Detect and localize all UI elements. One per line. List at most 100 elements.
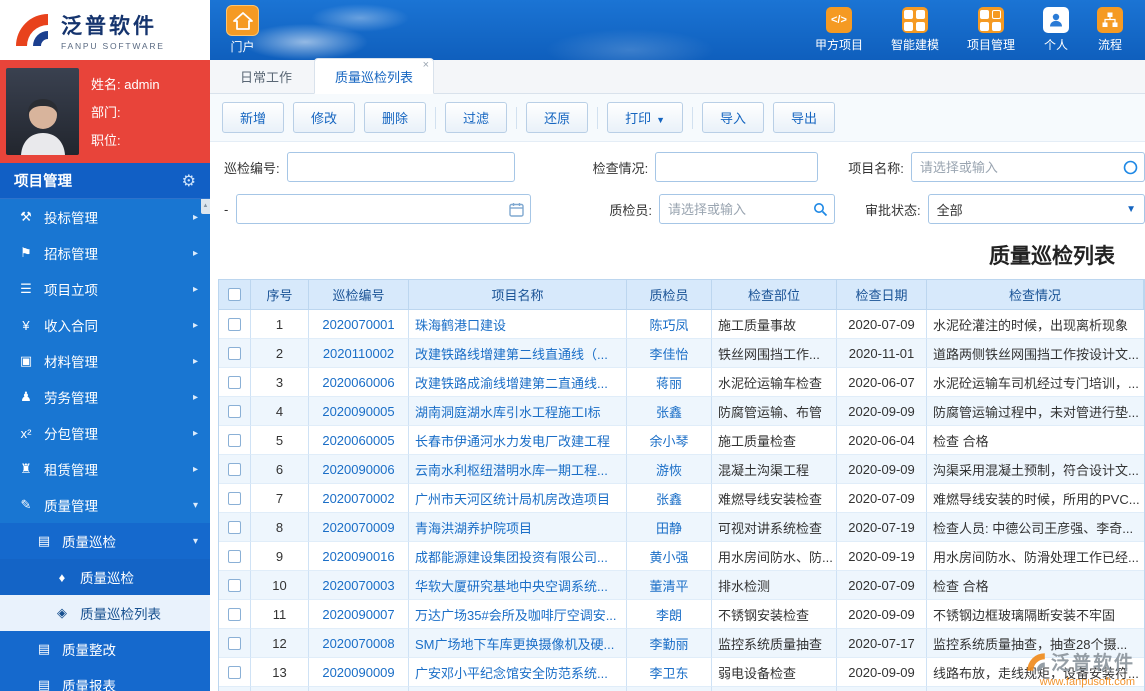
inspector-link[interactable]: 李卫东 — [649, 663, 688, 682]
project-name-input[interactable] — [910, 152, 1145, 182]
project-name-link[interactable]: 广州市天河区统计局机房改造项目 — [415, 489, 610, 508]
print-button[interactable]: 打印 ▼ — [607, 102, 684, 133]
close-icon[interactable]: × — [423, 60, 429, 71]
inspector-link[interactable]: 蒋丽 — [656, 373, 682, 392]
nav-item[interactable]: 个人 — [1043, 7, 1069, 53]
add-button[interactable]: 新增 — [222, 102, 285, 133]
tab-daily-work[interactable]: 日常工作 — [220, 59, 312, 93]
table-row[interactable]: 8 2020070009 青海洪湖养护院项目 田静 可视对讲系统检查 2020-07-19… — [219, 513, 1144, 542]
row-checkbox[interactable] — [228, 404, 241, 418]
inspection-code-link[interactable]: 2020060006 — [322, 375, 394, 390]
project-name-link[interactable]: 广安邓小平纪念馆安全防范系统... — [415, 663, 608, 682]
inspector-link[interactable]: 张鑫 — [656, 402, 682, 421]
row-checkbox[interactable] — [228, 665, 241, 679]
date-input[interactable] — [236, 194, 532, 224]
tab-inspection-list[interactable]: 质量巡检列表 × — [314, 58, 435, 94]
row-checkbox[interactable] — [228, 317, 241, 331]
table-row[interactable]: 3 2020060006 改建铁路成渝线增建第二直通线... 蒋丽 水泥砼运输车检查 20… — [219, 368, 1144, 397]
export-button[interactable]: 导出 — [773, 102, 836, 133]
table-row[interactable]: 9 2020090016 成都能源建设集团投资有限公司... 黄小强 用水房间防水、防.… — [219, 542, 1144, 571]
inspection-code-link[interactable]: 2020070002 — [322, 491, 394, 506]
inspector-link[interactable]: 田静 — [656, 518, 682, 537]
sidebar-item[interactable]: ▤ 质量整改 — [0, 631, 210, 667]
approval-status-select[interactable]: 全部 ▼ — [927, 194, 1145, 224]
row-checkbox[interactable] — [228, 462, 241, 476]
reset-button[interactable]: 还原 — [526, 102, 589, 133]
sidebar-item[interactable]: ▤ 质量巡检 ▾ — [0, 523, 210, 559]
inspector-link[interactable]: 李朗 — [656, 605, 682, 624]
row-checkbox[interactable] — [228, 491, 241, 505]
table-row[interactable]: 6 2020090006 云南水利枢纽潜明水库一期工程... 游恢 混凝土沟渠工程 202… — [219, 455, 1144, 484]
project-name-link[interactable]: SM广场地下车库更换摄像机及硬... — [415, 634, 614, 653]
inspection-code-link[interactable]: 2020090005 — [322, 404, 394, 419]
sidebar-item[interactable]: ⚒ 投标管理 ▸ — [0, 199, 210, 235]
row-checkbox[interactable] — [228, 520, 241, 534]
sidebar-item[interactable]: ¥ 收入合同 ▸ — [0, 307, 210, 343]
sidebar-item[interactable]: ⚑ 招标管理 ▸ — [0, 235, 210, 271]
clear-circle-icon[interactable] — [1123, 160, 1138, 175]
sidebar-item[interactable]: ▣ 材料管理 ▸ — [0, 343, 210, 379]
table-row[interactable]: 142020090008广州市文物考古工地安防系统设...黄思隐设备维修现场检查… — [219, 687, 1144, 691]
sidebar-item[interactable]: ☰ 项目立项 ▸ — [0, 271, 210, 307]
row-checkbox[interactable] — [228, 375, 241, 389]
row-checkbox[interactable] — [228, 607, 241, 621]
table-row[interactable]: 1 2020070001 珠海鹤港口建设 陈巧凤 施工质量事故 2020-07-09 水泥砼… — [219, 310, 1144, 339]
nav-item[interactable]: 流程 — [1097, 7, 1123, 53]
sidebar-item[interactable]: ✎ 质量管理 ▾ — [0, 487, 210, 523]
delete-button[interactable]: 删除 — [364, 102, 427, 133]
inspection-code-link[interactable]: 2020090006 — [322, 462, 394, 477]
sidebar-item[interactable]: ♟ 劳务管理 ▸ — [0, 379, 210, 415]
inspector-link[interactable]: 黄小强 — [649, 547, 688, 566]
inspector-link[interactable]: 董清平 — [649, 576, 688, 595]
inspection-code-link[interactable]: 2020070008 — [322, 636, 394, 651]
filter-button[interactable]: 过滤 — [445, 102, 508, 133]
inspection-code-link[interactable]: 2020070003 — [322, 578, 394, 593]
row-checkbox[interactable] — [228, 549, 241, 563]
project-name-link[interactable]: 珠海鹤港口建设 — [415, 315, 506, 334]
calendar-icon[interactable] — [509, 202, 525, 217]
nav-item[interactable]: 智能建模 — [891, 7, 939, 53]
nav-item[interactable]: </> 甲方项目 — [815, 7, 863, 53]
project-name-link[interactable]: 湖南洞庭湖水库引水工程施工I标 — [415, 402, 601, 421]
table-row[interactable]: 5 2020060005 长春市伊通河水力发电厂改建工程 余小琴 施工质量检查 2020-… — [219, 426, 1144, 455]
project-name-link[interactable]: 成都能源建设集团投资有限公司... — [415, 547, 608, 566]
project-name-link[interactable]: 云南水利枢纽潜明水库一期工程... — [415, 460, 608, 479]
nav-item[interactable]: 项目管理 — [967, 7, 1015, 53]
inspection-code-link[interactable]: 2020090016 — [322, 549, 394, 564]
inspector-link[interactable]: 陈巧凤 — [649, 315, 688, 334]
table-row[interactable]: 11 2020090007 万达广场35#会所及咖啡厅空调安... 李朗 不锈钢安装检查… — [219, 600, 1144, 629]
project-name-link[interactable]: 改建铁路成渝线增建第二直通线... — [415, 373, 608, 392]
table-row[interactable]: 4 2020090005 湖南洞庭湖水库引水工程施工I标 张鑫 防腐管运输、布管 2020… — [219, 397, 1144, 426]
inspector-link[interactable]: 李勤丽 — [649, 634, 688, 653]
check-status-input[interactable] — [655, 152, 819, 182]
sidebar-item[interactable]: ♜ 租赁管理 ▸ — [0, 451, 210, 487]
project-name-link[interactable]: 青海洪湖养护院项目 — [415, 518, 532, 537]
inspector-link[interactable]: 李佳怡 — [649, 344, 688, 363]
table-row[interactable]: 10 2020070003 华软大厦研究基地中央空调系统... 董清平 排水检测 2020… — [219, 571, 1144, 600]
inspection-code-link[interactable]: 2020070009 — [322, 520, 394, 535]
sidebar-item[interactable]: x² 分包管理 ▸ — [0, 415, 210, 451]
project-name-link[interactable]: 改建铁路线增建第二线直通线（... — [415, 344, 608, 363]
project-name-link[interactable]: 万达广场35#会所及咖啡厅空调安... — [415, 605, 617, 624]
scroll-up-arrow[interactable]: ▲ — [201, 199, 210, 214]
import-button[interactable]: 导入 — [702, 102, 765, 133]
table-row[interactable]: 13 2020090009 广安邓小平纪念馆安全防范系统... 李卫东 弱电设备检查 20… — [219, 658, 1144, 687]
search-icon[interactable] — [813, 202, 828, 217]
inspection-code-link[interactable]: 2020060005 — [322, 433, 394, 448]
select-all-checkbox[interactable] — [228, 288, 241, 301]
project-name-link[interactable]: 长春市伊通河水力发电厂改建工程 — [415, 431, 610, 450]
inspection-code-input[interactable] — [286, 152, 515, 182]
gear-icon[interactable]: ⚙ — [182, 171, 196, 191]
table-row[interactable]: 7 2020070002 广州市天河区统计局机房改造项目 张鑫 难燃导线安装检查 2020… — [219, 484, 1144, 513]
table-row[interactable]: 12 2020070008 SM广场地下车库更换摄像机及硬... 李勤丽 监控系统质量抽… — [219, 629, 1144, 658]
row-checkbox[interactable] — [228, 346, 241, 360]
inspector-link[interactable]: 余小琴 — [649, 431, 688, 450]
sidebar-item[interactable]: ▤ 质量报表 — [0, 667, 210, 691]
inspection-code-link[interactable]: 2020090009 — [322, 665, 394, 680]
sidebar-item[interactable]: ◈ 质量巡检列表 — [0, 595, 210, 631]
project-name-link[interactable]: 华软大厦研究基地中央空调系统... — [415, 576, 608, 595]
inspector-link[interactable]: 张鑫 — [656, 489, 682, 508]
row-checkbox[interactable] — [228, 578, 241, 592]
row-checkbox[interactable] — [228, 636, 241, 650]
inspection-code-link[interactable]: 2020090007 — [322, 607, 394, 622]
